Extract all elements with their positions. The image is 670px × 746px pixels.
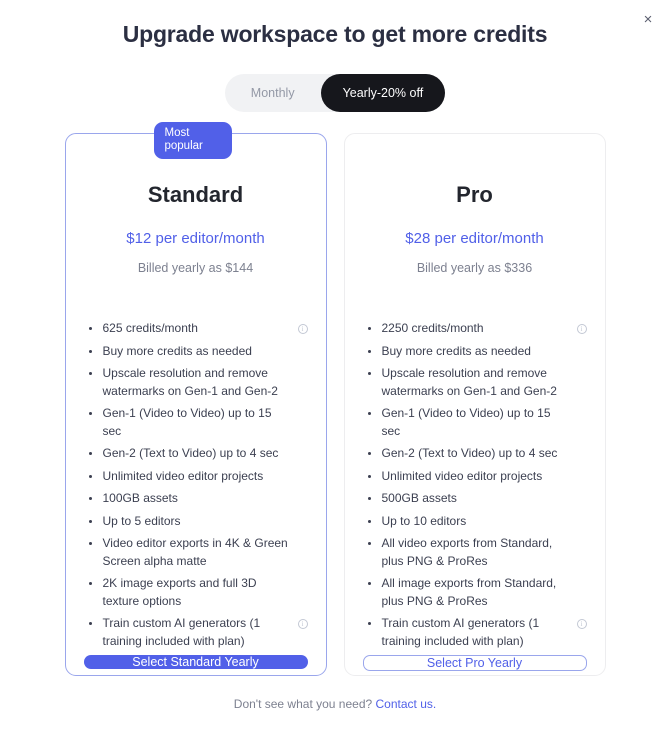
bullet-icon bbox=[88, 327, 92, 330]
bullet-icon bbox=[367, 497, 371, 500]
list-item: 625 credits/month i bbox=[84, 320, 308, 338]
feature-label: Unlimited video editor projects bbox=[381, 468, 543, 483]
feature-label: Train custom AI generators (1 training i… bbox=[381, 616, 540, 648]
list-item: Unlimited video editor projects bbox=[363, 468, 587, 486]
feature-label: Upscale resolution and remove watermarks… bbox=[381, 366, 557, 398]
feature-label: Unlimited video editor projects bbox=[102, 468, 264, 483]
list-item: Video editor exports in 4K & Green Scree… bbox=[84, 535, 308, 570]
plan-name: Pro bbox=[456, 182, 493, 207]
select-plan-button-standard[interactable]: Select Standard Yearly bbox=[83, 655, 308, 669]
bullet-icon bbox=[88, 542, 92, 545]
list-item: Train custom AI generators (1 training i… bbox=[363, 615, 587, 650]
feature-label: Train custom AI generators (1 training i… bbox=[102, 616, 261, 648]
list-item: Buy more credits as needed bbox=[363, 343, 587, 361]
plan-price: $12 per editor/month bbox=[126, 230, 265, 247]
list-item: Up to 10 editors bbox=[363, 513, 587, 531]
plan-billing-note: Billed yearly as $144 bbox=[137, 261, 254, 275]
feature-list: 625 credits/month i Buy more credits as ne… bbox=[84, 320, 308, 655]
feature-label: 500GB assets bbox=[381, 491, 457, 505]
feature-label: 2250 credits/month bbox=[381, 321, 484, 335]
footer-text: Don't see what you need? bbox=[233, 697, 373, 711]
bullet-icon bbox=[367, 372, 371, 375]
plan-billing-note: Billed yearly as $336 bbox=[416, 261, 533, 275]
list-item: All image exports from Standard, plus PN… bbox=[363, 575, 587, 610]
list-item: Gen-1 (Video to Video) up to 15 sec bbox=[84, 405, 308, 440]
bullet-icon bbox=[367, 327, 371, 330]
list-item: Gen-2 (Text to Video) up to 4 sec bbox=[363, 445, 587, 463]
list-item: Gen-2 (Text to Video) up to 4 sec bbox=[84, 445, 308, 463]
list-item: 500GB assets bbox=[363, 490, 587, 508]
list-item: All video exports from Standard, plus PN… bbox=[363, 535, 587, 570]
billing-toggle-option-yearly[interactable]: Yearly-20% off bbox=[320, 74, 446, 112]
feature-label: Buy more credits as needed bbox=[102, 343, 252, 358]
plan-name: Standard bbox=[147, 182, 244, 207]
bullet-icon bbox=[88, 497, 92, 500]
page-title: Upgrade workspace to get more credits bbox=[122, 21, 548, 47]
bullet-icon bbox=[88, 372, 92, 375]
bullet-icon bbox=[88, 622, 92, 625]
feature-label: Gen-1 (Video to Video) up to 15 sec bbox=[381, 406, 551, 438]
feature-label: 2K image exports and full 3D texture opt… bbox=[102, 576, 257, 608]
close-icon: × bbox=[643, 10, 653, 28]
feature-label: Buy more credits as needed bbox=[381, 343, 531, 358]
bullet-icon bbox=[88, 474, 92, 478]
feature-label: All video exports from Standard, plus PN… bbox=[381, 536, 553, 568]
billing-toggle-group: Monthly Yearly-20% off bbox=[224, 74, 446, 112]
feature-list: 2250 credits/month i Buy more credits as n… bbox=[363, 320, 587, 655]
bullet-icon bbox=[88, 412, 92, 415]
feature-label: Up to 5 editors bbox=[102, 513, 181, 528]
feature-label: Up to 10 editors bbox=[381, 513, 467, 528]
list-item: Unlimited video editor projects bbox=[84, 468, 308, 486]
bullet-icon bbox=[367, 452, 371, 455]
feature-label: Upscale resolution and remove watermarks… bbox=[102, 366, 278, 398]
feature-label: Gen-2 (Text to Video) up to 4 sec bbox=[102, 446, 279, 460]
list-item: 2K image exports and full 3D texture opt… bbox=[84, 575, 308, 610]
most-popular-badge: Most popular bbox=[153, 122, 232, 159]
info-icon[interactable]: i bbox=[297, 324, 308, 334]
list-item: Train custom AI generators (1 training i… bbox=[84, 615, 308, 650]
bullet-icon bbox=[88, 349, 92, 353]
feature-label: 625 credits/month bbox=[102, 321, 198, 335]
bullet-icon bbox=[88, 582, 92, 585]
bullet-icon bbox=[367, 474, 371, 478]
info-icon[interactable]: i bbox=[297, 619, 308, 629]
list-item: Buy more credits as needed bbox=[84, 343, 308, 361]
pricing-cards: Most popular Standard $12 per editor/month… bbox=[0, 122, 670, 676]
list-item: 2250 credits/month i bbox=[363, 320, 587, 338]
list-item: Upscale resolution and remove watermarks… bbox=[363, 365, 587, 400]
list-item: Gen-1 (Video to Video) up to 15 sec bbox=[363, 405, 587, 440]
list-item: Upscale resolution and remove watermarks… bbox=[84, 365, 308, 400]
feature-label: 100GB assets bbox=[102, 491, 178, 505]
feature-label: Gen-2 (Text to Video) up to 4 sec bbox=[381, 446, 558, 460]
billing-toggle-option-monthly[interactable]: Monthly bbox=[225, 74, 321, 112]
close-modal-button[interactable]: × bbox=[636, 7, 660, 31]
contact-us-link[interactable]: Contact us. bbox=[376, 697, 437, 711]
bullet-icon bbox=[88, 452, 92, 455]
bullet-icon bbox=[367, 622, 371, 625]
bullet-icon bbox=[367, 542, 371, 545]
feature-label: Video editor exports in 4K & Green Scree… bbox=[102, 536, 288, 568]
bullet-icon bbox=[367, 349, 371, 353]
select-plan-button-pro[interactable]: Select Pro Yearly bbox=[362, 655, 587, 671]
bullet-icon bbox=[367, 582, 371, 585]
plan-price: $28 per editor/month bbox=[405, 230, 544, 247]
pricing-card-pro: Pro $28 per editor/month Billed yearly as … bbox=[343, 133, 606, 676]
billing-toggle: Monthly Yearly-20% off bbox=[0, 74, 670, 112]
list-item: 100GB assets bbox=[84, 490, 308, 508]
info-icon[interactable]: i bbox=[576, 619, 587, 629]
bullet-icon bbox=[367, 412, 371, 415]
list-item: Up to 5 editors bbox=[84, 513, 308, 531]
feature-label: All image exports from Standard, plus PN… bbox=[381, 576, 557, 608]
pricing-card-standard: Most popular Standard $12 per editor/month… bbox=[64, 122, 327, 676]
bullet-icon bbox=[88, 519, 92, 523]
footer-note: Don't see what you need? Contact us. bbox=[0, 697, 670, 711]
feature-label: Gen-1 (Video to Video) up to 15 sec bbox=[102, 406, 272, 438]
bullet-icon bbox=[367, 519, 371, 523]
info-icon[interactable]: i bbox=[576, 324, 587, 334]
